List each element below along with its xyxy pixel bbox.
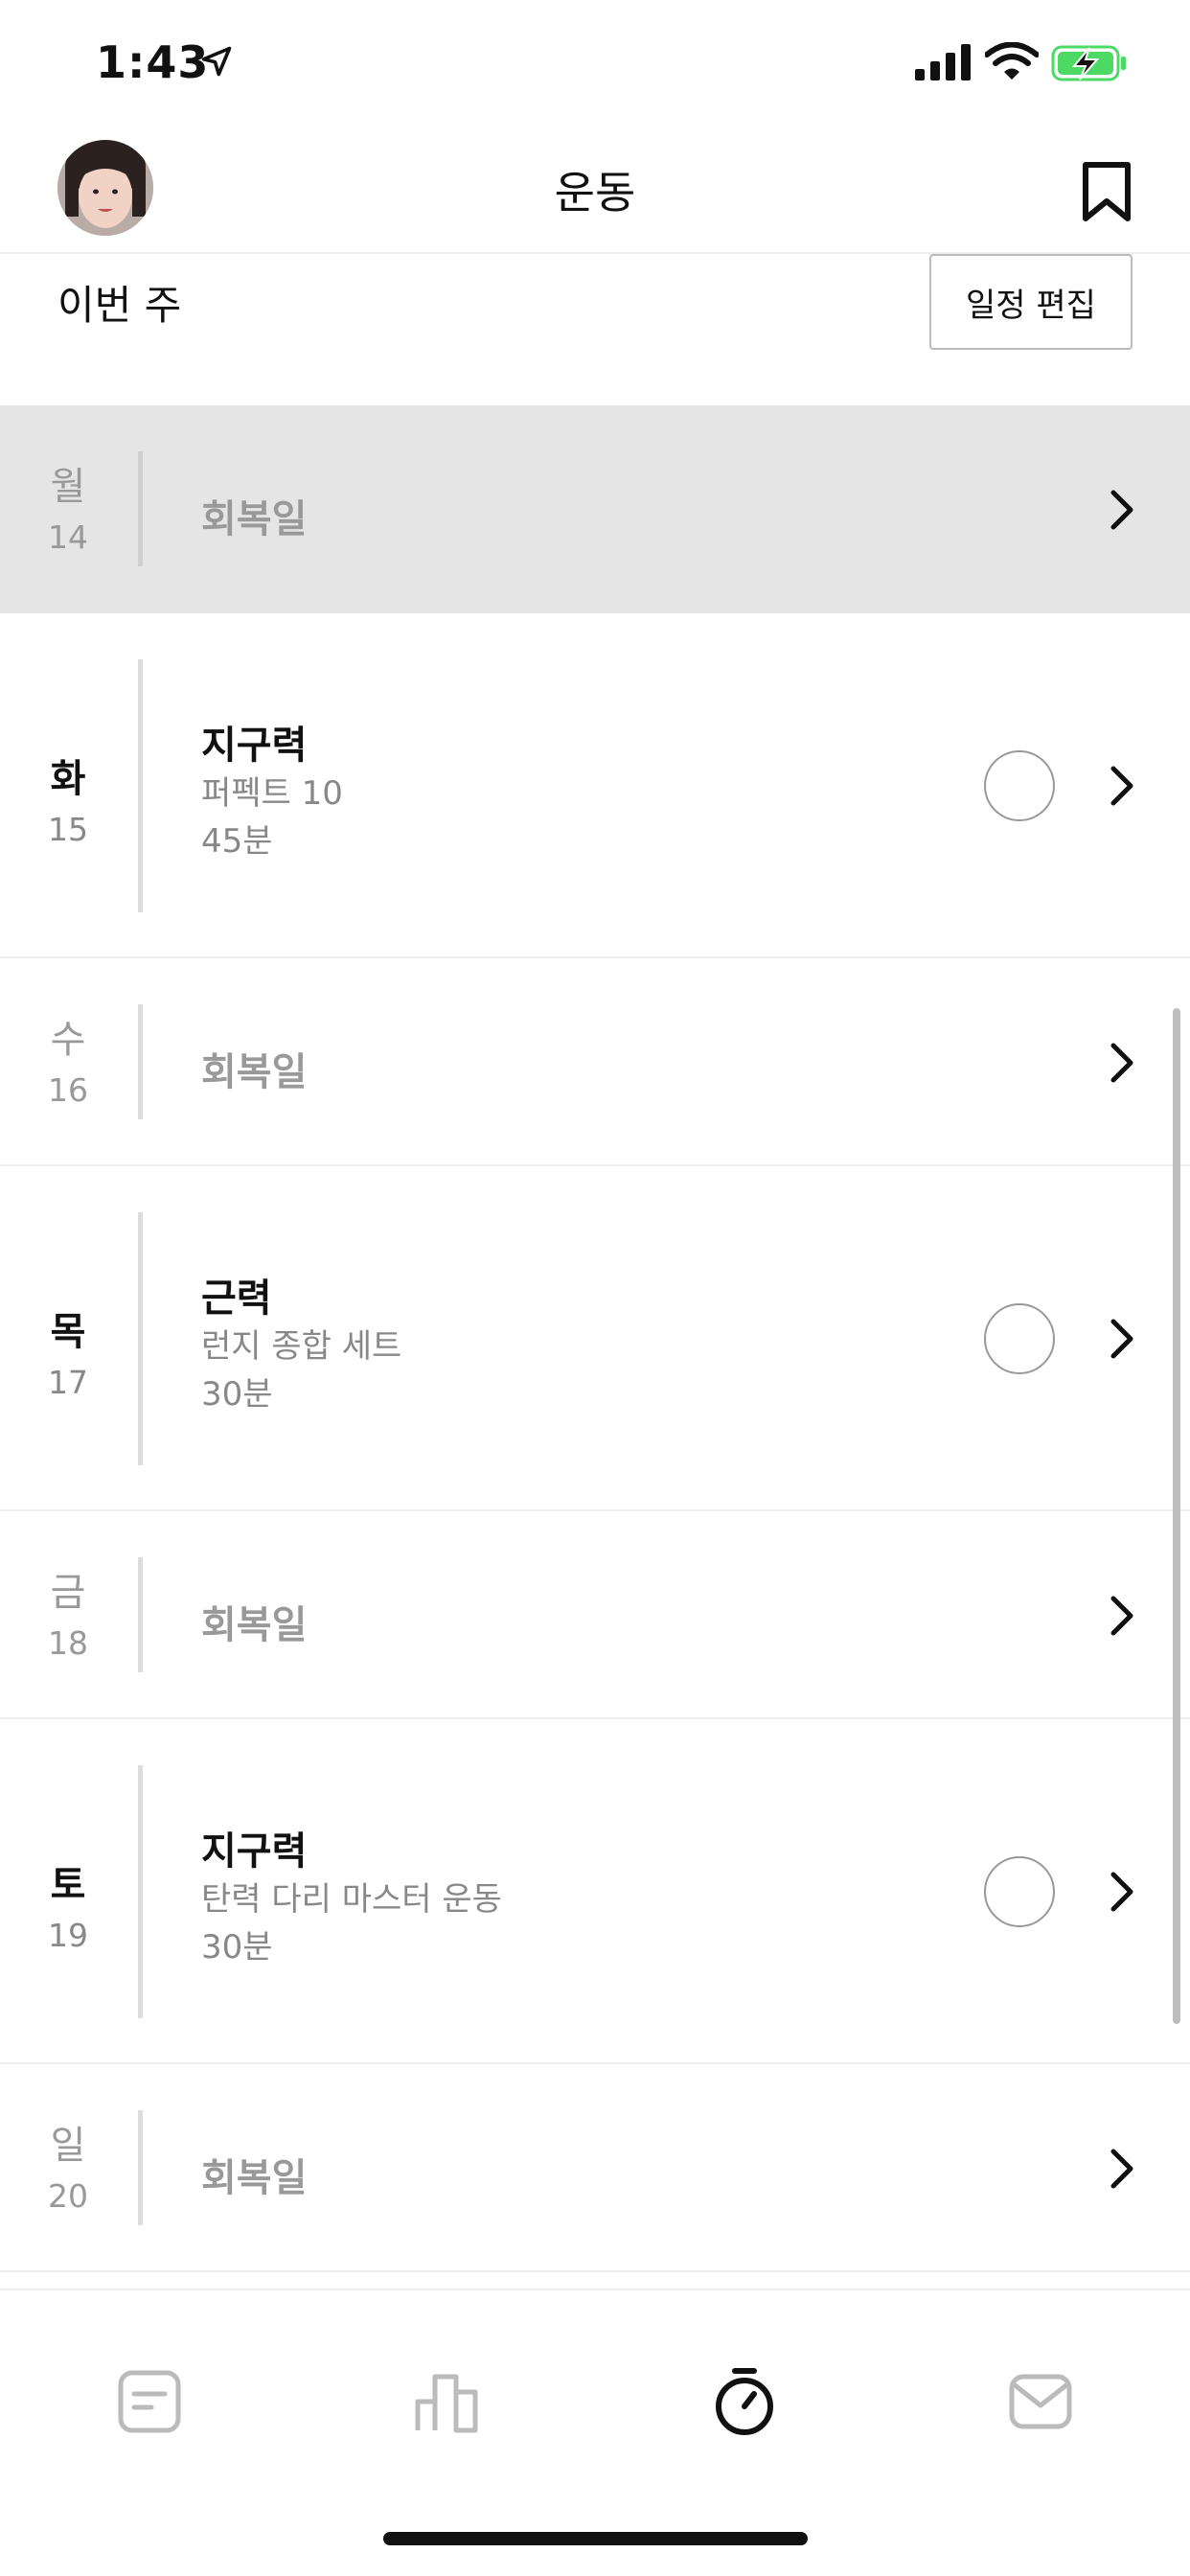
day-label: 목 17 — [34, 1300, 102, 1401]
day-row-mon[interactable]: 월 14 회복일 — [0, 405, 1190, 613]
cellular-signal-icon — [915, 44, 971, 80]
edit-schedule-button[interactable]: 일정 편집 — [929, 254, 1133, 350]
chevron-right-icon — [1110, 1872, 1133, 1912]
day-row-wed[interactable]: 수 16 회복일 — [0, 958, 1190, 1166]
chevron-right-icon — [1110, 1043, 1133, 1083]
scrollbar[interactable] — [1173, 1008, 1180, 2024]
rest-day-label: 회복일 — [201, 1050, 308, 1094]
workout-name: 퍼펙트 10 — [201, 774, 343, 813]
day-name: 화 — [50, 757, 86, 801]
chevron-right-icon — [1110, 490, 1133, 530]
chevron-right-icon — [1110, 2149, 1133, 2189]
day-row-sat[interactable]: 토 19 지구력 탄력 다리 마스터 운동 30분 — [0, 1719, 1190, 2064]
home-indicator[interactable] — [383, 2532, 808, 2545]
status-bar: 1:43 — [0, 0, 1190, 125]
feed-icon[interactable] — [115, 2367, 184, 2436]
complete-checkbox[interactable] — [984, 1856, 1055, 1927]
day-divider — [138, 659, 143, 912]
day-date: 16 — [48, 1071, 88, 1109]
wifi-icon — [985, 42, 1039, 80]
day-name: 일 — [50, 2124, 86, 2168]
chevron-right-icon — [1110, 1319, 1133, 1359]
week-schedule-list: 월 14 회복일 화 15 지구력 퍼펙트 10 45분 수 16 회복일 목 … — [0, 405, 1190, 2272]
complete-checkbox[interactable] — [984, 750, 1055, 821]
workout-name: 런지 종합 세트 — [201, 1327, 402, 1366]
page-title: 운동 — [554, 167, 636, 218]
complete-checkbox[interactable] — [984, 1303, 1055, 1374]
progress-chart-icon[interactable] — [412, 2367, 481, 2436]
workout-category: 근력 — [201, 1276, 272, 1321]
day-row-sun[interactable]: 일 20 회복일 — [0, 2064, 1190, 2272]
day-divider — [138, 2110, 143, 2225]
day-row-thu[interactable]: 목 17 근력 런지 종합 세트 30분 — [0, 1166, 1190, 1511]
rest-day-label: 회복일 — [201, 1603, 308, 1647]
day-label: 일 20 — [34, 2114, 102, 2215]
workout-duration: 45분 — [201, 822, 273, 861]
day-label: 월 14 — [34, 455, 102, 556]
rest-day-label: 회복일 — [201, 497, 308, 541]
day-name: 토 — [50, 1863, 86, 1907]
day-date: 20 — [48, 2177, 88, 2215]
rest-day-label: 회복일 — [201, 2156, 308, 2200]
app-header: 운동 — [0, 125, 1190, 254]
bookmark-icon[interactable] — [1081, 161, 1133, 222]
inbox-icon[interactable] — [1006, 2367, 1075, 2436]
chevron-right-icon — [1110, 1596, 1133, 1636]
day-date: 19 — [48, 1917, 88, 1954]
day-label: 화 15 — [34, 748, 102, 848]
day-date: 17 — [48, 1364, 88, 1401]
day-name: 수 — [50, 1018, 86, 1062]
day-label: 수 16 — [34, 1008, 102, 1109]
battery-charging-icon — [1051, 45, 1126, 81]
day-date: 14 — [48, 518, 88, 556]
day-name: 월 — [50, 465, 86, 509]
day-label: 토 19 — [34, 1853, 102, 1954]
workout-category: 지구력 — [201, 1829, 308, 1874]
day-divider — [138, 1004, 143, 1119]
day-divider — [138, 1557, 143, 1672]
day-date: 15 — [48, 811, 88, 848]
status-time: 1:43 — [96, 36, 210, 88]
day-name: 금 — [50, 1571, 86, 1615]
workout-duration: 30분 — [201, 1375, 273, 1414]
day-name: 목 — [50, 1310, 86, 1354]
workout-name: 탄력 다리 마스터 운동 — [201, 1880, 502, 1919]
workout-category: 지구력 — [201, 724, 308, 768]
chevron-right-icon — [1110, 766, 1133, 806]
stopwatch-icon[interactable] — [710, 2367, 779, 2436]
week-label: 이번 주 — [57, 282, 182, 329]
day-divider — [138, 1765, 143, 2018]
day-date: 18 — [48, 1624, 88, 1662]
day-divider — [138, 1212, 143, 1465]
day-label: 금 18 — [34, 1561, 102, 1662]
workout-duration: 30분 — [201, 1928, 273, 1966]
day-divider — [138, 451, 143, 566]
day-row-tue[interactable]: 화 15 지구력 퍼펙트 10 45분 — [0, 613, 1190, 958]
location-arrow-icon — [201, 46, 232, 77]
day-row-fri[interactable]: 금 18 회복일 — [0, 1511, 1190, 1719]
